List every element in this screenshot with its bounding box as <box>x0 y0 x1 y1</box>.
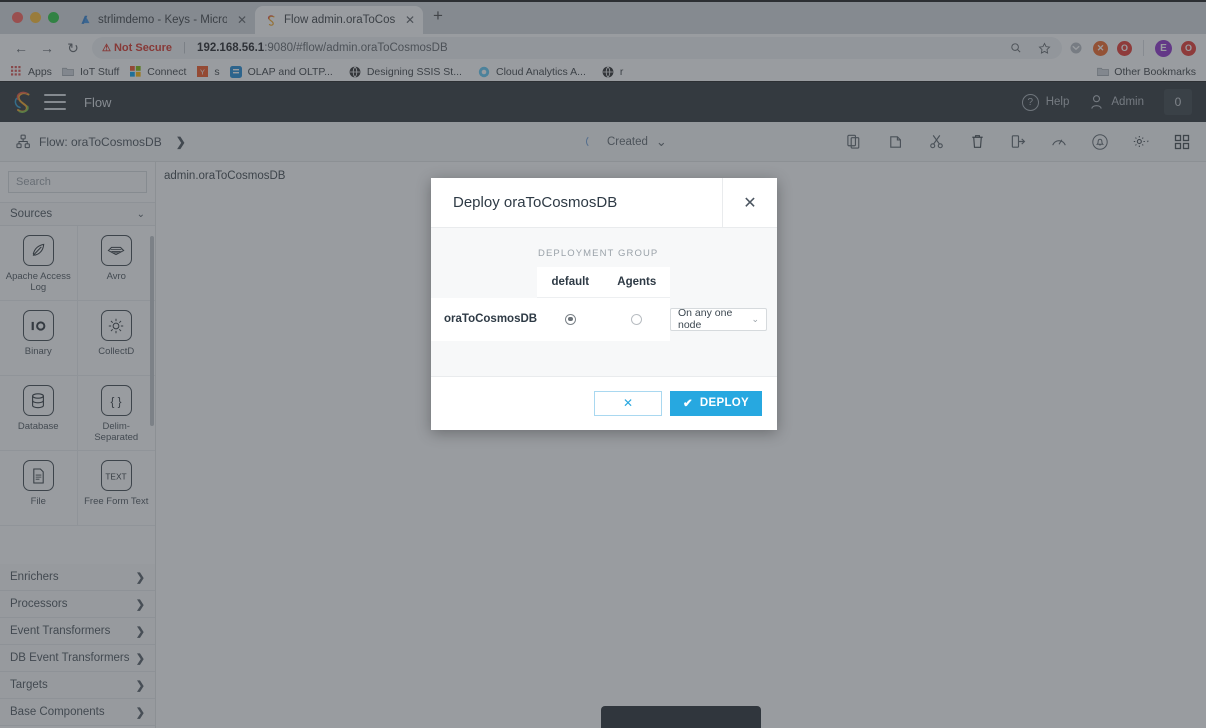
node-option-value: On any one node <box>678 307 733 331</box>
deployment-group-label: DEPLOYMENT GROUP <box>538 248 659 259</box>
node-option-select[interactable]: On any one node ⌄ <box>670 307 767 331</box>
close-icon[interactable]: ✕ <box>722 178 777 227</box>
modal-header: Deploy oraToCosmosDB ✕ <box>431 178 777 228</box>
table-header-row: default Agents <box>431 267 777 298</box>
modal-title: Deploy oraToCosmosDB <box>453 194 618 211</box>
deployment-table-head: default Agents <box>431 267 777 298</box>
deployment-table-body: oraToCosmosDB On any one node ⌄ <box>431 297 777 341</box>
check-icon: ✔ <box>682 398 693 410</box>
table-header-agents: Agents <box>603 267 670 298</box>
deploy-modal: Deploy oraToCosmosDB ✕ DEPLOYMENT GROUP … <box>431 178 777 430</box>
deployment-row-name: oraToCosmosDB <box>431 297 538 341</box>
deploy-label: DEPLOY <box>699 397 749 409</box>
screenshot-root: strlimdemo - Keys - Microsoft ✕ Flow adm… <box>0 0 1206 728</box>
table-row: oraToCosmosDB On any one node ⌄ <box>431 297 777 341</box>
deployment-table: default Agents oraToCosmosDB On any one … <box>431 267 777 341</box>
radio-default[interactable] <box>564 313 576 325</box>
table-header-default: default <box>537 267 604 298</box>
table-header-node-option <box>670 267 777 298</box>
modal-body: DEPLOYMENT GROUP default Agents oraToCos… <box>431 228 777 376</box>
table-header-name <box>431 267 538 298</box>
deployment-node-option-cell: On any one node ⌄ <box>670 297 777 341</box>
radio-agents[interactable] <box>631 313 643 325</box>
chevron-down-icon[interactable]: ⌄ <box>751 314 759 325</box>
cancel-button[interactable]: ✕ <box>593 390 662 416</box>
deployment-radio-default-cell[interactable] <box>537 297 604 341</box>
modal-footer: ✕ ✔ DEPLOY <box>431 375 777 430</box>
modal-spacer <box>431 340 777 376</box>
deployment-radio-agents-cell[interactable] <box>603 297 670 341</box>
deploy-button[interactable]: ✔ DEPLOY <box>669 390 762 416</box>
